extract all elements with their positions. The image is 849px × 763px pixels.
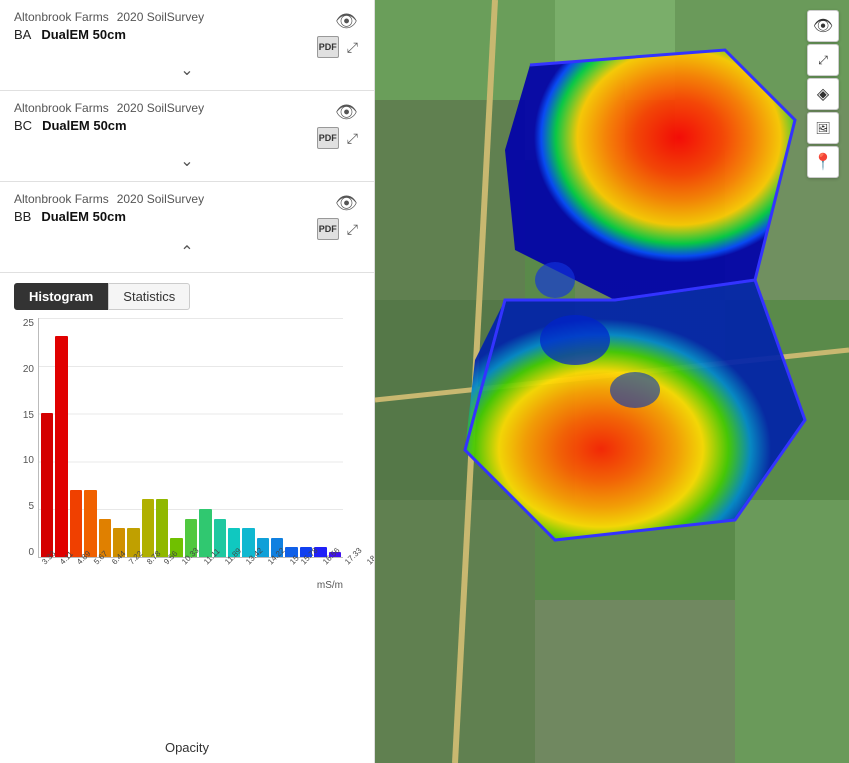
survey-info-bc: Altonbrook Farms 2020 SoilSurvey BC Dual… (14, 101, 317, 133)
y-axis: 25 20 15 10 5 0 (10, 318, 34, 558)
survey-field-bc: BC (14, 118, 32, 133)
visibility-toggle-bc[interactable]: 👁 (333, 101, 360, 123)
survey-farm-bc: Altonbrook Farms (14, 101, 109, 115)
survey-farm-bb: Altonbrook Farms (14, 192, 109, 206)
survey-layer-ba: DualEM 50cm (41, 27, 126, 42)
visibility-toggle-bb[interactable]: 👁 (333, 192, 360, 214)
y-label: 15 (23, 410, 34, 421)
survey-field-bb: BB (14, 209, 31, 224)
map-toolbar: 👁 ⤢ ◈ 🖼 📍 (807, 10, 839, 178)
survey-farm-ba: Altonbrook Farms (14, 10, 109, 24)
expand-btn-bb[interactable]: ⤢ (345, 220, 360, 238)
survey-layer-bc: DualEM 50cm (42, 118, 127, 133)
survey-meta-bb: Altonbrook Farms 2020 SoilSurvey (14, 192, 317, 206)
y-label: 25 (23, 318, 34, 329)
icon-row-bb: PDF ⤢ (317, 218, 360, 240)
bar-11 (199, 509, 211, 557)
survey-field-ba: BA (14, 27, 31, 42)
expand-btn-bc[interactable]: ⤢ (345, 129, 360, 147)
bar-7 (142, 499, 154, 557)
survey-meta-ba: Altonbrook Farms 2020 SoilSurvey (14, 10, 317, 24)
survey-item-ba: Altonbrook Farms 2020 SoilSurvey BA Dual… (0, 0, 374, 91)
opacity-area: Opacity (0, 730, 374, 763)
pin-map-icon[interactable]: 📍 (807, 146, 839, 178)
image-map-icon[interactable]: 🖼 (807, 112, 839, 144)
survey-year-ba: 2020 SoilSurvey (117, 10, 204, 24)
pdf-btn-bc[interactable]: PDF (317, 127, 339, 149)
opacity-label: Opacity (165, 740, 209, 755)
survey-year-bb: 2020 SoilSurvey (117, 192, 204, 206)
pdf-btn-ba[interactable]: PDF (317, 36, 339, 58)
pdf-btn-bb[interactable]: PDF (317, 218, 339, 240)
y-label: 20 (23, 364, 34, 375)
chart-container: 25 20 15 10 5 0 3.334.114.895.676.447.228.789… (10, 318, 350, 598)
bar-2 (70, 490, 82, 557)
bar-8 (156, 499, 168, 557)
survey-meta-bc: Altonbrook Farms 2020 SoilSurvey (14, 101, 317, 115)
icon-row-ba: PDF ⤢ (317, 36, 360, 58)
chevron-up-bb[interactable]: ⌃ (14, 240, 360, 264)
tab-histogram[interactable]: Histogram (14, 283, 108, 310)
expand-btn-ba[interactable]: ⤢ (345, 38, 360, 56)
y-label: 10 (23, 455, 34, 466)
icon-row-bc: PDF ⤢ (317, 127, 360, 149)
chevron-down-ba[interactable]: ⌄ (14, 58, 360, 82)
visibility-map-icon[interactable]: 👁 (807, 10, 839, 42)
x-label-16: 17.33 (343, 546, 364, 567)
survey-info-ba: Altonbrook Farms 2020 SoilSurvey BA Dual… (14, 10, 317, 42)
bar-1 (55, 336, 67, 557)
bar-0 (41, 413, 53, 557)
survey-item-bb: Altonbrook Farms 2020 SoilSurvey BB Dual… (0, 182, 374, 273)
map-background (375, 0, 849, 763)
survey-year-bc: 2020 SoilSurvey (117, 101, 204, 115)
survey-actions-ba: 👁 PDF ⤢ (317, 10, 360, 58)
x-axis-labels: 3.334.114.895.676.447.228.789.5610.3311.… (38, 560, 343, 569)
left-panel: Altonbrook Farms 2020 SoilSurvey BA Dual… (0, 0, 375, 763)
bars-area (38, 318, 343, 558)
histogram-area: 25 20 15 10 5 0 3.334.114.895.676.447.228.789… (0, 310, 374, 730)
layers-map-icon[interactable]: ◈ (807, 78, 839, 110)
survey-item-bc: Altonbrook Farms 2020 SoilSurvey BC Dual… (0, 91, 374, 182)
visibility-toggle-ba[interactable]: 👁 (333, 10, 360, 32)
x-unit-label: mS/m (38, 580, 343, 591)
y-label: 0 (28, 547, 34, 558)
map-panel: 👁 ⤢ ◈ 🖼 📍 (375, 0, 849, 763)
tabs-row: Histogram Statistics (14, 283, 360, 310)
y-label: 5 (28, 501, 34, 512)
bar-3 (84, 490, 96, 557)
survey-actions-bb: 👁 PDF ⤢ (317, 192, 360, 240)
survey-info-bb: Altonbrook Farms 2020 SoilSurvey BB Dual… (14, 192, 317, 224)
tab-statistics[interactable]: Statistics (108, 283, 190, 310)
zoom-fit-icon[interactable]: ⤢ (807, 44, 839, 76)
x-label-17: 18.11 (365, 546, 375, 566)
chevron-down-bc[interactable]: ⌄ (14, 149, 360, 173)
survey-actions-bc: 👁 PDF ⤢ (317, 101, 360, 149)
survey-layer-bb: DualEM 50cm (41, 209, 126, 224)
